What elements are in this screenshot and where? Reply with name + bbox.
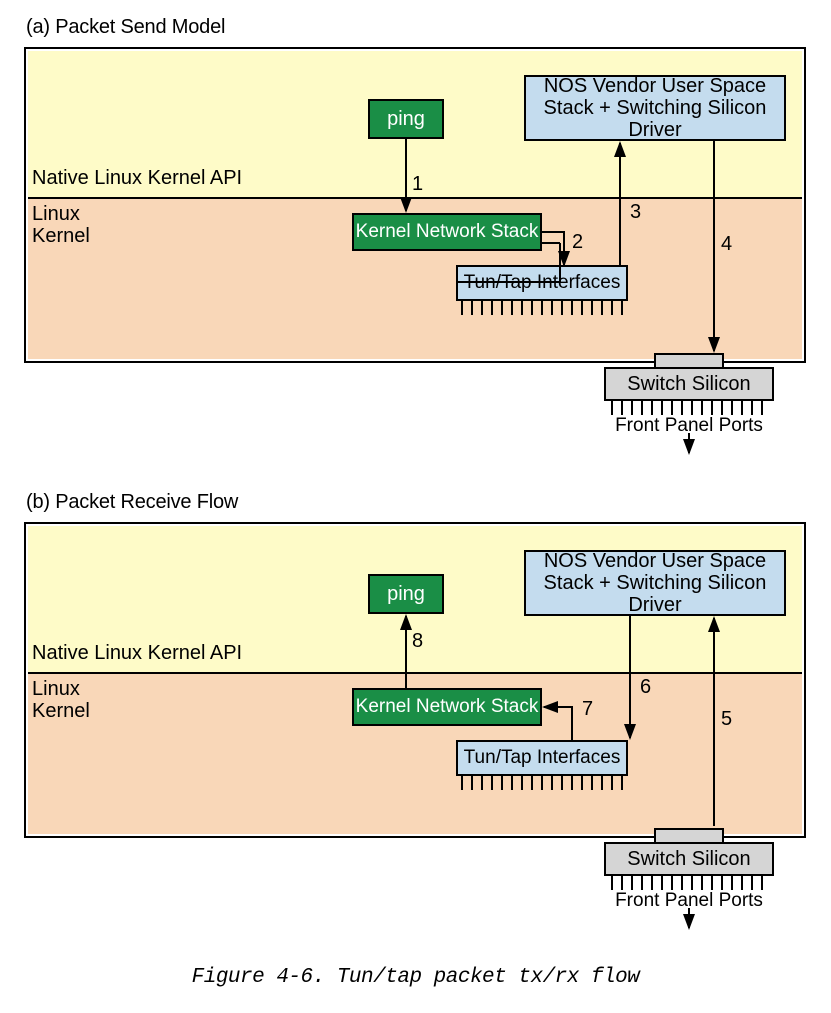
edge-label-5: 5 — [721, 708, 732, 731]
edge-label-4: 4 — [721, 233, 732, 256]
panel-b-title: (b) Packet Receive Flow — [26, 491, 807, 514]
nos-vendor-stack-box: NOS Vendor User Space Stack + Switching … — [524, 75, 786, 141]
panel-a: Native Linux Kernel API LinuxKernel ping… — [24, 47, 806, 457]
tun-tap-interfaces-box: Tun/Tap Interfaces — [456, 265, 628, 301]
tun-tap-ports-icon — [458, 776, 629, 792]
linux-kernel-label: LinuxKernel — [32, 678, 90, 722]
native-api-label: Native Linux Kernel API — [32, 167, 242, 190]
linux-kernel-label: LinuxKernel — [32, 203, 90, 247]
nos-vendor-stack-box: NOS Vendor User Space Stack + Switching … — [524, 550, 786, 616]
switch-silicon-group: Switch Silicon Front Panel Ports — [604, 828, 774, 912]
switch-silicon-box: Switch Silicon — [604, 367, 774, 401]
front-panel-ports-icon — [608, 401, 771, 417]
native-api-label: Native Linux Kernel API — [32, 642, 242, 665]
edge-label-2: 2 — [572, 231, 583, 254]
ping-box: ping — [368, 574, 444, 614]
switch-silicon-box: Switch Silicon — [604, 842, 774, 876]
front-panel-ports-icon — [608, 876, 771, 892]
tun-tap-ports-icon — [458, 301, 629, 317]
edge-label-7: 7 — [582, 698, 593, 721]
switch-silicon-group: Switch Silicon Front Panel Ports — [604, 353, 774, 437]
edge-label-1: 1 — [412, 173, 423, 196]
edge-label-6: 6 — [640, 676, 651, 699]
kernel-network-stack-box: Kernel Network Stack — [352, 213, 542, 251]
ping-box: ping — [368, 99, 444, 139]
front-panel-ports-label: Front Panel Ports — [604, 890, 774, 912]
edge-label-3: 3 — [630, 201, 641, 224]
silicon-connector-icon — [654, 353, 724, 367]
tun-tap-interfaces-box: Tun/Tap Interfaces — [456, 740, 628, 776]
panel-b: Native Linux Kernel API LinuxKernel ping… — [24, 522, 806, 932]
kernel-network-stack-box: Kernel Network Stack — [352, 688, 542, 726]
front-panel-ports-label: Front Panel Ports — [604, 415, 774, 437]
silicon-connector-icon — [654, 828, 724, 842]
panel-a-title: (a) Packet Send Model — [26, 16, 807, 39]
edge-label-8: 8 — [412, 630, 423, 653]
figure-caption: Figure 4-6. Tun/tap packet tx/rx flow — [24, 966, 807, 989]
